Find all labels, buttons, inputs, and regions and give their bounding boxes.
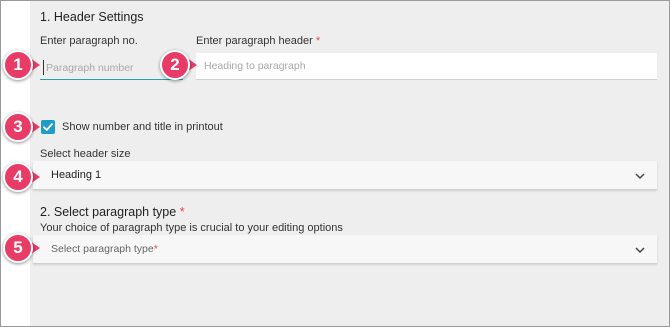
header-size-select[interactable]: Heading 1 [33,161,657,190]
paragraph-number-placeholder: Paragraph number [46,62,134,74]
callout-badge-4: 4 [3,162,33,192]
required-mark: * [153,243,158,255]
callout-badge-2: 2 [160,50,190,80]
header-size-label: Select header size [40,148,131,160]
show-in-printout-label[interactable]: Show number and title in printout [62,121,223,133]
paragraph-type-title: 2. Select paragraph type [40,205,177,219]
paragraph-type-placeholder-text: Select paragraph type [51,243,154,255]
chevron-down-icon [635,173,645,180]
paragraph-type-placeholder: Select paragraph type* [51,243,158,255]
paragraph-header-label: Enter paragraph header * [196,35,320,47]
section-title-paragraph-type: 2. Select paragraph type * [40,205,185,219]
chevron-down-icon [635,247,645,254]
paragraph-type-description: Your choice of paragraph type is crucial… [40,222,343,234]
callout-badge-1: 1 [3,50,33,80]
callout-badge-5: 5 [3,233,33,263]
section-title-header-settings: 1. Header Settings [40,10,144,24]
paragraph-header-input[interactable]: Heading to paragraph [196,53,657,80]
paragraph-header-label-text: Enter paragraph header [196,35,313,47]
paragraph-no-label: Enter paragraph no. [40,35,138,47]
text-caret [43,60,44,75]
required-mark: * [179,205,185,219]
paragraph-header-placeholder: Heading to paragraph [204,60,306,72]
required-mark: * [315,35,321,47]
paragraph-type-select[interactable]: Select paragraph type* [33,235,657,264]
header-size-value: Heading 1 [51,169,102,181]
check-icon [43,123,53,131]
callout-badge-3: 3 [3,112,33,142]
show-in-printout-checkbox[interactable] [41,120,55,134]
